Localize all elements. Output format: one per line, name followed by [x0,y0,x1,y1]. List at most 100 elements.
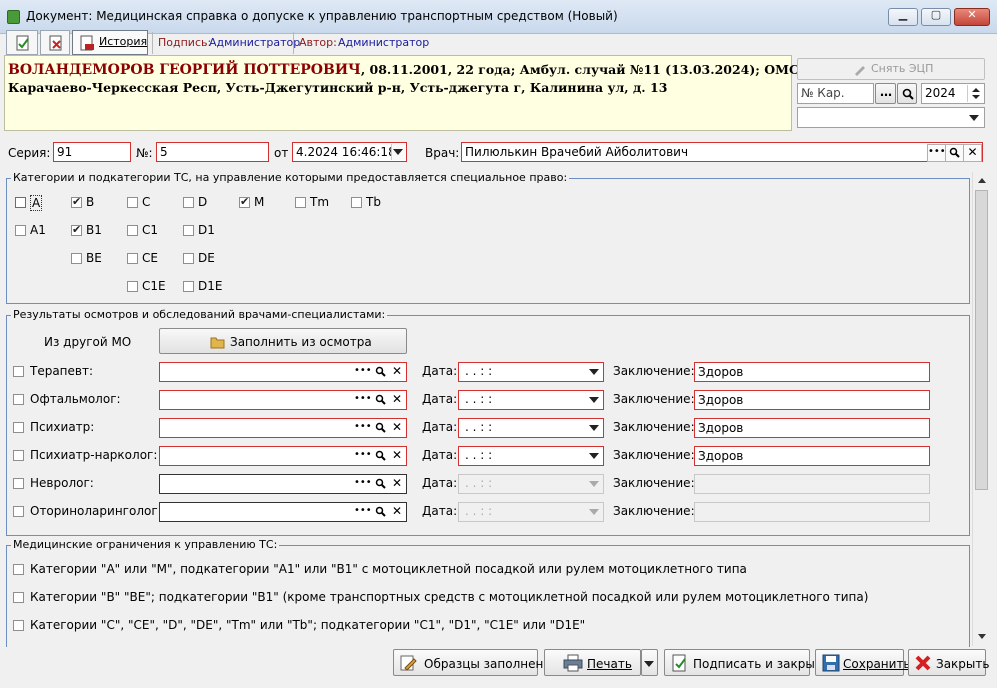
search-icon[interactable] [372,476,388,492]
ellipsis-icon[interactable]: ••• [354,364,372,380]
checkbox-box[interactable] [71,223,82,236]
print-button[interactable]: Печать [544,649,641,676]
checkbox-box[interactable] [295,197,306,208]
chevron-down-icon[interactable] [589,425,599,431]
exam-date-picker[interactable]: . . : : [458,502,604,522]
checkbox-box[interactable] [13,592,24,603]
conclusion-input[interactable] [694,474,930,494]
close-icon[interactable]: ✕ [389,448,405,464]
series-input[interactable]: 91 [53,142,131,162]
sign-document-button[interactable] [6,30,38,55]
date-dropdown-button[interactable] [391,144,405,160]
specialist-doctor-input[interactable]: ••• ✕ [159,418,407,438]
scroll-up-icon[interactable] [978,178,986,183]
specialist-checkbox[interactable] [13,422,24,433]
specialist-checkbox[interactable] [13,366,24,377]
checkbox-box[interactable] [351,197,362,208]
specialist-doctor-input[interactable]: ••• ✕ [159,446,407,466]
ellipsis-icon[interactable]: ••• [354,476,372,492]
fill-from-exam-button[interactable]: Заполнить из осмотра [159,328,407,354]
checkbox-box[interactable] [71,253,82,264]
chevron-down-icon[interactable] [589,509,599,515]
year-spin-arrows[interactable] [967,85,983,102]
specialist-checkbox[interactable] [13,478,24,489]
vertical-scrollbar[interactable] [972,172,990,646]
exam-date-picker[interactable]: . . : : [458,474,604,494]
checkbox-box[interactable] [71,195,82,208]
conclusion-input[interactable] [694,502,930,522]
year-spinner[interactable]: 2024 [921,83,985,104]
checkbox-box[interactable] [127,225,138,236]
chevron-down-icon[interactable] [589,397,599,403]
close-icon[interactable]: ✕ [389,504,405,520]
card-select-button[interactable]: … [875,83,896,104]
doctor-select-button[interactable]: ••• [927,144,946,162]
checkbox-box[interactable] [183,253,194,264]
minimize-button[interactable]: ▁ [888,8,918,26]
search-icon[interactable] [372,504,388,520]
conclusion-input[interactable]: Здоров [694,362,930,382]
samples-button[interactable]: Образцы заполнения [393,649,558,676]
exam-date-picker[interactable]: . . : : [458,418,604,438]
search-icon[interactable] [372,392,388,408]
card-number-field[interactable]: № Кар. [797,83,874,104]
conclusion-input[interactable]: Здоров [694,446,930,466]
remove-sign-button[interactable] [40,30,70,55]
maximize-button[interactable]: ▢ [921,8,951,26]
card-search-button[interactable] [897,83,917,104]
checkbox-box[interactable] [15,225,26,236]
search-icon[interactable] [372,448,388,464]
number-input[interactable]: 5 [156,142,269,162]
ellipsis-icon[interactable]: ••• [354,392,372,408]
doctor-input[interactable]: Пилюлькин Врачебий Айболитович ••• ✕ [461,142,983,162]
conclusion-input[interactable]: Здоров [694,418,930,438]
document-date-picker[interactable]: 4.2024 16:46:18 [292,142,407,162]
close-icon[interactable]: ✕ [389,364,405,380]
sign-and-close-button[interactable]: Подписать и закрыть [664,649,829,676]
exam-date-picker[interactable]: . . : : [458,446,604,466]
scroll-thumb[interactable] [975,190,988,490]
chevron-down-icon[interactable] [589,369,599,375]
checkbox-box[interactable] [183,197,194,208]
checkbox-box[interactable] [127,253,138,264]
checkbox-box[interactable] [127,281,138,292]
checkbox-box[interactable] [183,225,194,236]
exam-date-picker[interactable]: . . : : [458,390,604,410]
checkbox-box[interactable] [13,620,24,631]
specialist-doctor-input[interactable]: ••• ✕ [159,474,407,494]
specialist-doctor-input[interactable]: ••• ✕ [159,390,407,410]
history-button[interactable]: История [72,30,148,55]
exam-date-picker[interactable]: . . : : [458,362,604,382]
ellipsis-icon[interactable]: ••• [354,448,372,464]
chevron-down-icon[interactable] [589,481,599,487]
specialist-checkbox[interactable] [13,394,24,405]
save-button[interactable]: Сохранить [815,649,911,676]
close-window-button[interactable]: ✕ [954,8,990,26]
checkbox-box[interactable] [13,564,24,575]
checkbox-box[interactable] [15,197,26,208]
doctor-clear-button[interactable]: ✕ [963,144,982,162]
conclusion-input[interactable]: Здоров [694,390,930,410]
close-icon[interactable]: ✕ [389,476,405,492]
doctor-search-button[interactable] [945,144,964,162]
ellipsis-icon[interactable]: ••• [354,504,372,520]
checkbox-box[interactable] [127,197,138,208]
ellipsis-icon[interactable]: ••• [354,420,372,436]
specialist-checkbox[interactable] [13,506,24,517]
specialist-doctor-input[interactable]: ••• ✕ [159,502,407,522]
scroll-down-icon[interactable] [978,634,986,639]
search-icon[interactable] [372,364,388,380]
chevron-down-icon[interactable] [589,453,599,459]
specialist-checkbox[interactable] [13,450,24,461]
close-icon[interactable]: ✕ [389,392,405,408]
close-icon[interactable]: ✕ [389,420,405,436]
close-button[interactable]: Закрыть [908,649,989,676]
print-menu-button[interactable] [641,649,658,676]
search-icon[interactable] [372,420,388,436]
extra-dropdown[interactable] [797,107,985,128]
checkbox-box[interactable] [183,281,194,292]
remove-ecp-button[interactable]: Снять ЭЦП [797,58,985,80]
checkbox-box[interactable] [239,195,250,208]
patient-details: , 08.11.2001, 22 года; Амбул. случай №11… [360,62,799,77]
specialist-doctor-input[interactable]: ••• ✕ [159,362,407,382]
